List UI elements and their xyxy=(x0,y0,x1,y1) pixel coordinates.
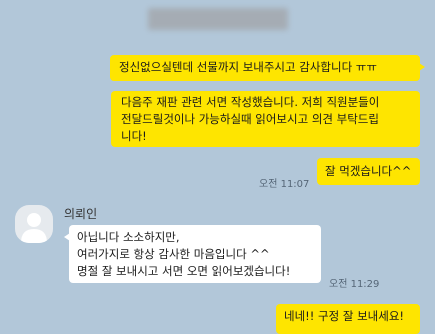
blurred-chat-title xyxy=(148,8,288,30)
message-text: 정신없으실텐데 선물까지 보내주시고 감사합니다 ㅠㅠ xyxy=(119,60,377,74)
message-text: 네네!! 구정 잘 보내세요! xyxy=(284,309,405,323)
message-time: 오전 11:29 xyxy=(329,279,380,290)
message-line: 전달드릴것이나 가능하실때 읽어보시고 의견 부탁드립 xyxy=(121,112,379,126)
my-message-4[interactable]: 네네!! 구정 잘 보내세요! xyxy=(276,304,420,334)
my-message-1[interactable]: 정신없으실텐데 선물까지 보내주시고 감사합니다 ㅠㅠ xyxy=(110,55,425,81)
sender-avatar[interactable] xyxy=(15,205,53,243)
message-line: 니다! xyxy=(121,129,147,143)
message-text: 잘 먹겠습니다^^ xyxy=(325,164,412,178)
message-line: 아닙니다 소소하지만, xyxy=(77,230,180,244)
default-profile-icon xyxy=(21,213,47,243)
my-message-2[interactable]: 다음주 재판 관련 서면 작성했습니다. 저희 직원분들이 전달드릴것이나 가능… xyxy=(111,91,420,147)
message-time: 오전 11:07 xyxy=(259,179,310,190)
chat-window: 정신없으실텐데 선물까지 보내주시고 감사합니다 ㅠㅠ 다음주 재판 관련 서면… xyxy=(0,0,435,334)
sender-name: 의뢰인 xyxy=(64,207,98,221)
my-message-3[interactable]: 잘 먹겠습니다^^ xyxy=(317,158,420,185)
message-line: 다음주 재판 관련 서면 작성했습니다. 저희 직원분들이 xyxy=(121,95,380,109)
their-message[interactable]: 아닙니다 소소하지만, 여러가지로 항상 감사한 마음입니다 ^^ 명절 잘 보… xyxy=(64,225,321,283)
message-line: 여러가지로 항상 감사한 마음입니다 ^^ xyxy=(77,247,270,261)
message-line: 명절 잘 보내시고 서면 오면 읽어보겠습니다! xyxy=(77,264,291,278)
